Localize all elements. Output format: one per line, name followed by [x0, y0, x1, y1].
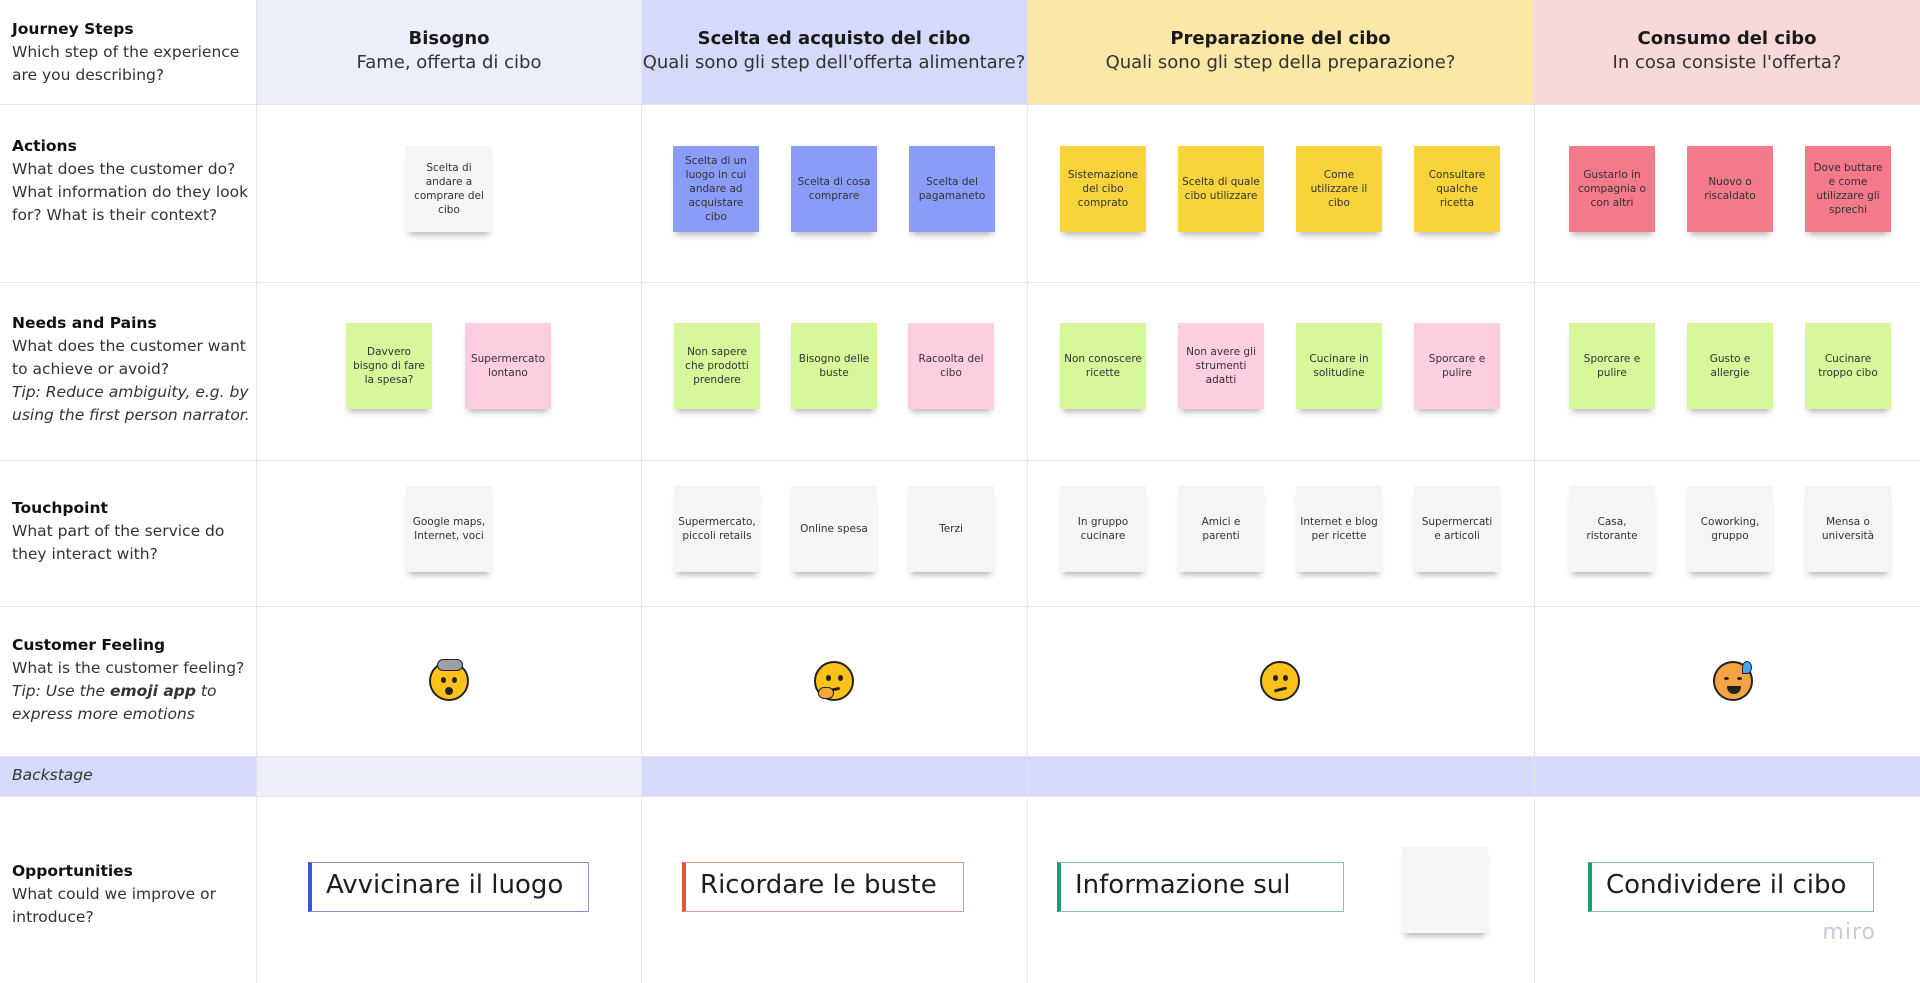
- sticky-note-action[interactable]: Dove buttare e come utilizzare gli sprec…: [1805, 146, 1891, 232]
- sticky-note-action[interactable]: Scelta del pagamaneto: [909, 146, 995, 232]
- sticky-note-touchpoint[interactable]: In gruppo cucinare: [1060, 486, 1146, 572]
- row-description: What is the customer feeling?: [12, 659, 245, 677]
- phase-header-3[interactable]: Preparazione del cibo Quali sono gli ste…: [1027, 0, 1534, 104]
- phase-title: Preparazione del cibo: [1170, 28, 1391, 49]
- backstage-band-phase1: [257, 756, 641, 796]
- exploding-head-icon[interactable]: [429, 659, 469, 701]
- row-separator: [0, 796, 1920, 797]
- phase-header-1[interactable]: Bisogno Fame, offerta di cibo: [257, 0, 641, 104]
- sticky-note-need[interactable]: Davvero bisgno di fare la spesa?: [346, 323, 432, 409]
- row-separator: [0, 282, 1920, 283]
- exploding-head-cloud: [437, 659, 463, 671]
- row-label-journey-steps: Journey Steps Which step of the experien…: [12, 18, 252, 87]
- sticky-note-action[interactable]: Sistemazione del cibo comprato: [1060, 146, 1146, 232]
- thinking-hand: [818, 687, 834, 699]
- row-label-opportunities: Opportunities What could we improve or i…: [12, 860, 252, 929]
- sticky-note-pain[interactable]: Sporcare e pulire: [1414, 323, 1500, 409]
- sticky-note-pain[interactable]: Non sapere che prodotti prendere: [674, 323, 760, 409]
- sticky-note-need[interactable]: Cucinare in solitudine: [1296, 323, 1382, 409]
- opportunity-card[interactable]: Condividere il cibo: [1588, 862, 1874, 912]
- confused-face-icon[interactable]: [1260, 661, 1300, 701]
- sticky-note-action[interactable]: Consultare qualche ricetta: [1414, 146, 1500, 232]
- column-separator: [641, 0, 642, 983]
- sticky-note-action[interactable]: Scelta di quale cibo utilizzare: [1178, 146, 1264, 232]
- opportunity-card[interactable]: Ricordare le buste: [682, 862, 964, 912]
- row-separator: [0, 104, 1920, 105]
- phase-subtitle: In cosa consiste l'offerta?: [1612, 52, 1842, 73]
- row-description: What does the customer want to achieve o…: [12, 337, 246, 378]
- column-separator: [256, 0, 257, 983]
- blank-sticky-note[interactable]: [1402, 847, 1488, 933]
- phase-subtitle: Fame, offerta di cibo: [356, 52, 542, 73]
- sticky-note-pain[interactable]: Racoolta del cibo: [908, 323, 994, 409]
- sticky-note-touchpoint[interactable]: Casa, ristorante: [1569, 486, 1655, 572]
- row-description: What does the customer do? What informat…: [12, 160, 249, 224]
- phase-title: Consumo del cibo: [1637, 28, 1817, 49]
- sticky-note-pain[interactable]: Supermercato lontano: [465, 323, 551, 409]
- sticky-note-touchpoint[interactable]: Coworking, gruppo: [1687, 486, 1773, 572]
- sweat-drop: [1742, 661, 1752, 674]
- row-title: Touchpoint: [12, 499, 108, 517]
- row-separator: [0, 606, 1920, 607]
- sticky-note-pain[interactable]: Non conoscere ricette: [1060, 323, 1146, 409]
- sticky-note-action[interactable]: Nuovo o riscaldato: [1687, 146, 1773, 232]
- phase-header-4[interactable]: Consumo del cibo In cosa consiste l'offe…: [1534, 0, 1920, 104]
- row-title: Actions: [12, 137, 77, 155]
- row-description: Which step of the experience are you des…: [12, 43, 240, 84]
- column-separator: [1534, 0, 1535, 983]
- sticky-note-need[interactable]: Cucinare troppo cibo: [1805, 323, 1891, 409]
- row-separator: [0, 460, 1920, 461]
- sticky-note-need[interactable]: Gusto e allergie: [1687, 323, 1773, 409]
- sticky-note-touchpoint[interactable]: Supermercati e articoli: [1414, 486, 1500, 572]
- row-label-touchpoint: Touchpoint What part of the service do t…: [12, 497, 252, 566]
- opportunity-card[interactable]: Informazione sul: [1057, 862, 1344, 912]
- row-tip: Tip: Reduce ambiguity, e.g. by using the…: [12, 383, 250, 424]
- row-description: What part of the service do they interac…: [12, 522, 225, 563]
- row-title: Customer Feeling: [12, 636, 166, 654]
- sticky-note-touchpoint[interactable]: Terzi: [908, 486, 994, 572]
- phase-title: Scelta ed acquisto del cibo: [697, 28, 971, 49]
- sticky-note-touchpoint[interactable]: Internet e blog per ricette: [1296, 486, 1382, 572]
- row-tip: Tip: Use the emoji app to express more e…: [12, 682, 217, 723]
- row-separator: [0, 756, 1920, 757]
- phase-subtitle: Quali sono gli step della preparazione?: [1105, 52, 1456, 73]
- sticky-note-touchpoint[interactable]: Online spesa: [791, 486, 877, 572]
- sticky-note-action[interactable]: Come utilizzare il cibo: [1296, 146, 1382, 232]
- sticky-note-action[interactable]: Gustarlo in compagnia o con altri: [1569, 146, 1655, 232]
- sticky-note-touchpoint[interactable]: Amici e parenti: [1178, 486, 1264, 572]
- phase-header-2[interactable]: Scelta ed acquisto del cibo Quali sono g…: [641, 0, 1027, 104]
- journey-map-board: Bisogno Fame, offerta di cibo Scelta ed …: [0, 0, 1920, 983]
- sticky-note-need[interactable]: Sporcare e pulire: [1569, 323, 1655, 409]
- sticky-note-touchpoint[interactable]: Google maps, Internet, voci: [406, 486, 492, 572]
- phase-subtitle: Quali sono gli step dell'offerta aliment…: [642, 52, 1026, 73]
- row-title: Needs and Pains: [12, 314, 157, 332]
- row-title: Opportunities: [12, 862, 133, 880]
- sticky-note-touchpoint[interactable]: Mensa o università: [1805, 486, 1891, 572]
- sticky-note-action[interactable]: Scelta di andare a comprare del cibo: [406, 146, 492, 232]
- opportunity-card[interactable]: Avvicinare il luogo: [308, 862, 589, 912]
- row-description: What could we improve or introduce?: [12, 885, 216, 926]
- sticky-note-need[interactable]: Bisogno delle buste: [791, 323, 877, 409]
- sticky-note-action[interactable]: Scelta di cosa comprare: [791, 146, 877, 232]
- miro-logo: miro: [1822, 920, 1876, 945]
- row-title: Journey Steps: [12, 20, 134, 38]
- column-separator: [1027, 0, 1028, 983]
- sticky-note-action[interactable]: Scelta di un luogo in cui andare ad acqu…: [673, 146, 759, 232]
- row-label-needs-and-pains: Needs and Pains What does the customer w…: [12, 312, 252, 427]
- phase-title: Bisogno: [408, 28, 490, 49]
- row-label-customer-feeling: Customer Feeling What is the customer fe…: [12, 634, 252, 726]
- row-label-actions: Actions What does the customer do? What …: [12, 135, 252, 227]
- sticky-note-touchpoint[interactable]: Supermercato, piccoli retails: [674, 486, 760, 572]
- hot-face-icon[interactable]: [1713, 661, 1753, 701]
- thinking-face-icon[interactable]: [814, 661, 854, 701]
- row-label-backstage: Backstage: [12, 764, 252, 787]
- row-title: Backstage: [12, 766, 93, 784]
- sticky-note-pain[interactable]: Non avere gli strumenti adatti: [1178, 323, 1264, 409]
